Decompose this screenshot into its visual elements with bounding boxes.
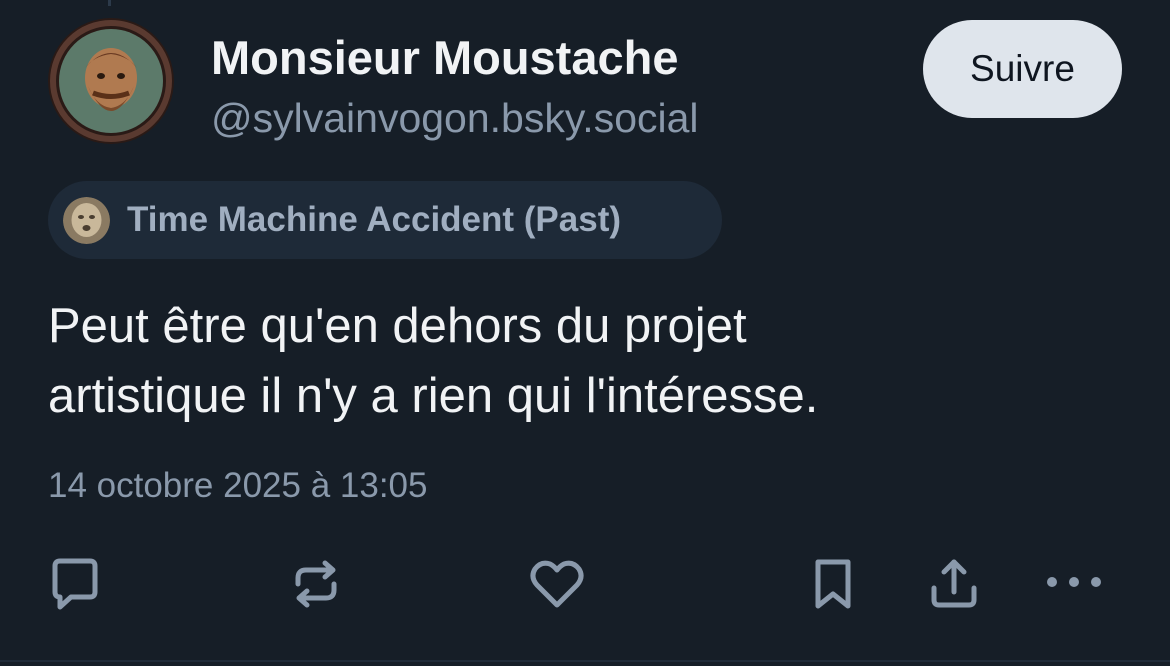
follow-button[interactable]: Suivre xyxy=(923,20,1122,118)
like-button[interactable] xyxy=(525,552,589,616)
bookmark-icon xyxy=(815,559,851,609)
repost-button[interactable] xyxy=(284,552,348,616)
more-options-button[interactable] xyxy=(1042,552,1106,616)
reply-button[interactable] xyxy=(43,552,107,616)
post-text: Peut être qu'en dehors du projet artisti… xyxy=(48,291,1128,431)
label-text: Time Machine Accident (Past) xyxy=(127,200,622,239)
bookmark-button[interactable] xyxy=(801,552,865,616)
reply-icon xyxy=(52,558,98,610)
post-text-line: Peut être qu'en dehors du projet xyxy=(48,299,747,353)
thread-line xyxy=(108,0,111,6)
author-avatar[interactable] xyxy=(48,18,174,144)
repost-icon xyxy=(295,560,337,608)
author-handle[interactable]: @sylvainvogon.bsky.social xyxy=(211,95,699,142)
author-display-name[interactable]: Monsieur Moustache xyxy=(211,30,678,85)
share-icon xyxy=(931,559,977,608)
more-icon xyxy=(1047,577,1101,587)
label-chip[interactable]: Time Machine Accident (Past) xyxy=(48,181,722,259)
post-divider xyxy=(0,660,1170,662)
like-icon xyxy=(530,560,584,608)
share-button[interactable] xyxy=(922,552,986,616)
post-text-line: artistique il n'y a rien qui l'intéresse… xyxy=(48,369,819,423)
label-avatar xyxy=(63,196,110,244)
post-timestamp: 14 octobre 2025 à 13:05 xyxy=(48,466,428,505)
